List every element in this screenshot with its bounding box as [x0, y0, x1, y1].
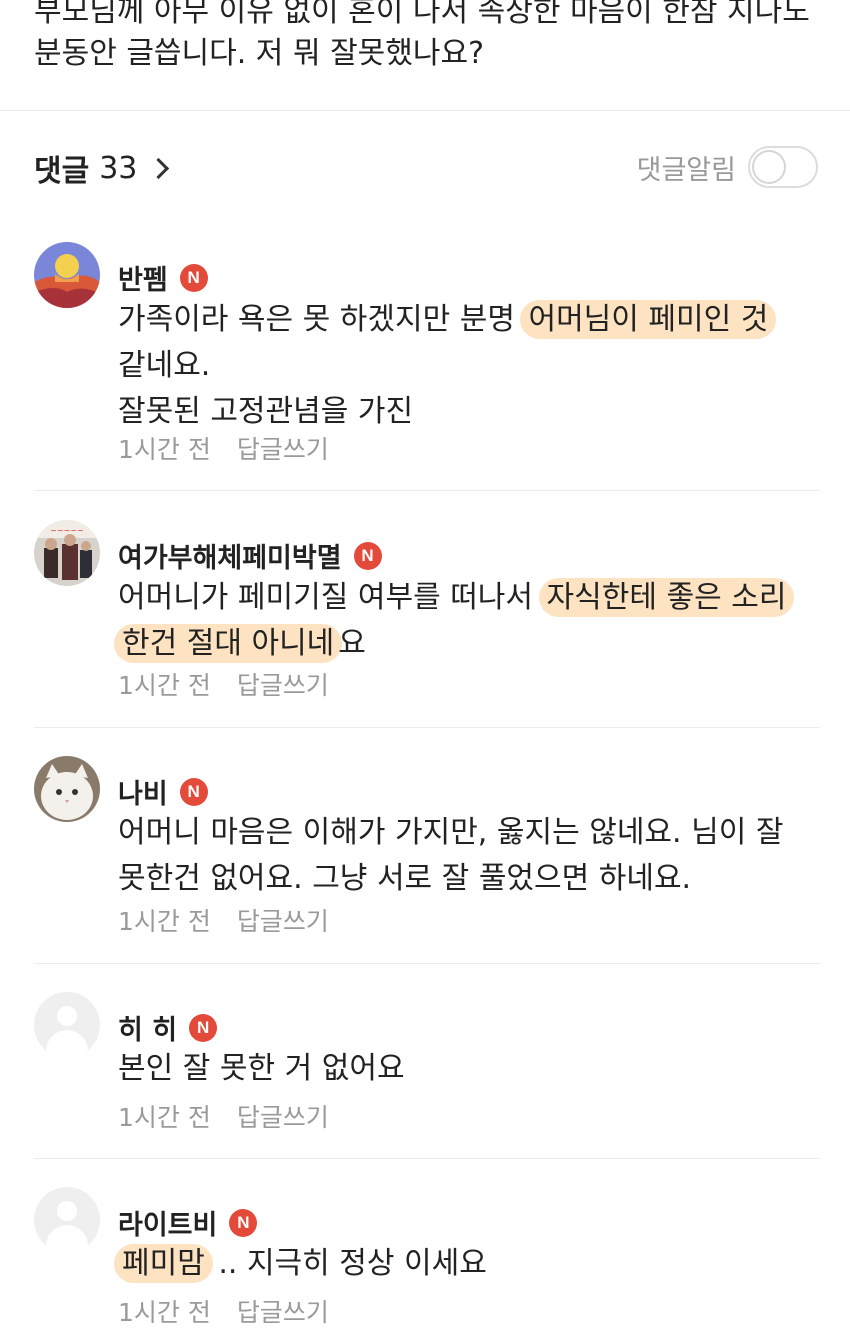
avatar-illustration-icon [34, 242, 100, 308]
comment-alarm-toggle[interactable] [748, 146, 818, 188]
new-badge-icon: N [179, 777, 208, 806]
comments-count-link[interactable]: 댓글 33 [34, 146, 170, 190]
post-text-line: 분동안 글씁니다. 저 뭐 잘못했나요? [34, 36, 485, 71]
divider [34, 727, 820, 728]
avatar-default-icon[interactable] [34, 1187, 100, 1253]
comment-time: 1시간 전 [118, 435, 211, 464]
comment-time: 1시간 전 [118, 1103, 211, 1132]
comment-author[interactable]: 반펨 N [118, 258, 208, 297]
comment-text: 페미맘 .. 지극히 정상 이세요 [114, 1241, 487, 1287]
comment-text: 어머니 마음은 이해가 가지만, 옳지는 않네요. 님이 잘 못한건 없어요. … [118, 810, 783, 902]
divider [34, 963, 820, 964]
avatar-default-icon[interactable] [34, 992, 100, 1058]
avatar[interactable] [34, 756, 100, 822]
comment-line: 본인 잘 못한 거 없어요 [118, 1051, 405, 1086]
highlighted-text: 페미맘 [114, 1244, 213, 1283]
new-badge-icon: N [353, 541, 382, 570]
new-badge-icon: N [229, 1208, 258, 1237]
new-badge-icon: N [179, 263, 208, 292]
comment-time: 1시간 전 [118, 1298, 211, 1327]
author-name: 히 히 [118, 1015, 178, 1046]
comment-author[interactable]: 히 히 N [118, 1008, 218, 1047]
highlighted-text: 어머님이 페미인 것 [520, 300, 777, 339]
comment-meta: 1시간 전 답글쓰기 [118, 902, 329, 938]
reply-button[interactable]: 답글쓰기 [237, 907, 329, 936]
comment-text: 어머니가 페미기질 여부를 떠나서 자식한테 좋은 소리 한건 절대 아니네 요 [114, 575, 795, 667]
toggle-knob [752, 150, 786, 184]
comment-line: 한건 절대 아니네 요 [114, 621, 790, 667]
highlighted-text: 자식한테 좋은 소리 [538, 578, 795, 617]
avatar[interactable] [34, 242, 100, 308]
author-name: 나비 [118, 779, 168, 810]
comments-label: 댓글 [34, 154, 90, 189]
chevron-right-icon [148, 157, 170, 179]
comment-line: 못한건 없어요. 그냥 서로 잘 풀었으면 하네요. [118, 861, 692, 896]
svg-text:~~~~~: ~~~~~ [50, 526, 84, 535]
comment-line: 잘못된 고정관념을 가진 [118, 394, 414, 429]
highlighted-text: 한건 절대 아니네 [114, 624, 343, 663]
comment-line: 페미맘 .. 지극히 정상 이세요 [114, 1241, 487, 1287]
comment-author[interactable]: 나비 N [118, 772, 208, 811]
comment-meta: 1시간 전 답글쓰기 [118, 430, 329, 466]
post-body-tail: 부모님께 아무 이유 없이 혼이 나서 속상한 마음이 한참 지나도 분동안 글… [0, 0, 850, 111]
comment-text: 가족이라 욕은 못 하겠지만 분명 어머님이 페미인 것 같네요. 잘못된 고정… [118, 297, 777, 435]
comment-meta: 1시간 전 답글쓰기 [118, 1098, 329, 1134]
comment-line: 같네요. [118, 348, 211, 383]
avatar[interactable]: ~~~~~ [34, 520, 100, 586]
reply-button[interactable]: 답글쓰기 [237, 671, 329, 700]
comment-time: 1시간 전 [118, 907, 211, 936]
comment-author[interactable]: 여가부해체페미박멸 N [118, 536, 382, 575]
author-name: 여가부해체페미박멸 [118, 543, 342, 574]
comment-text: 본인 잘 못한 거 없어요 [118, 1046, 405, 1092]
comments-count: 33 [99, 150, 138, 186]
comment-line: 가족이라 욕은 못 하겠지만 분명 어머님이 페미인 것 [118, 297, 777, 343]
avatar-photo-icon: ~~~~~ [34, 520, 100, 586]
avatar-cat-icon [34, 756, 100, 822]
author-name: 라이트비 [118, 1210, 218, 1241]
comment-time: 1시간 전 [118, 671, 211, 700]
reply-button[interactable]: 답글쓰기 [237, 1103, 329, 1132]
comment-alarm: 댓글알림 [637, 146, 818, 188]
reply-button[interactable]: 답글쓰기 [237, 435, 329, 464]
divider [34, 1158, 820, 1159]
author-name: 반펨 [118, 265, 168, 296]
reply-button[interactable]: 답글쓰기 [237, 1298, 329, 1327]
comment-meta: 1시간 전 답글쓰기 [118, 1293, 329, 1329]
post-text-line-cut: 부모님께 아무 이유 없이 혼이 나서 속상한 마음이 한참 지나도 [34, 0, 810, 29]
comment-line: 어머니 마음은 이해가 가지만, 옳지는 않네요. 님이 잘 [118, 815, 784, 850]
divider [34, 490, 820, 491]
comment-meta: 1시간 전 답글쓰기 [118, 666, 329, 702]
new-badge-icon: N [189, 1013, 218, 1042]
comment-author[interactable]: 라이트비 N [118, 1203, 258, 1242]
comment-line: 어머니가 페미기질 여부를 떠나서 자식한테 좋은 소리 [118, 575, 795, 621]
comment-alarm-label: 댓글알림 [636, 154, 736, 186]
